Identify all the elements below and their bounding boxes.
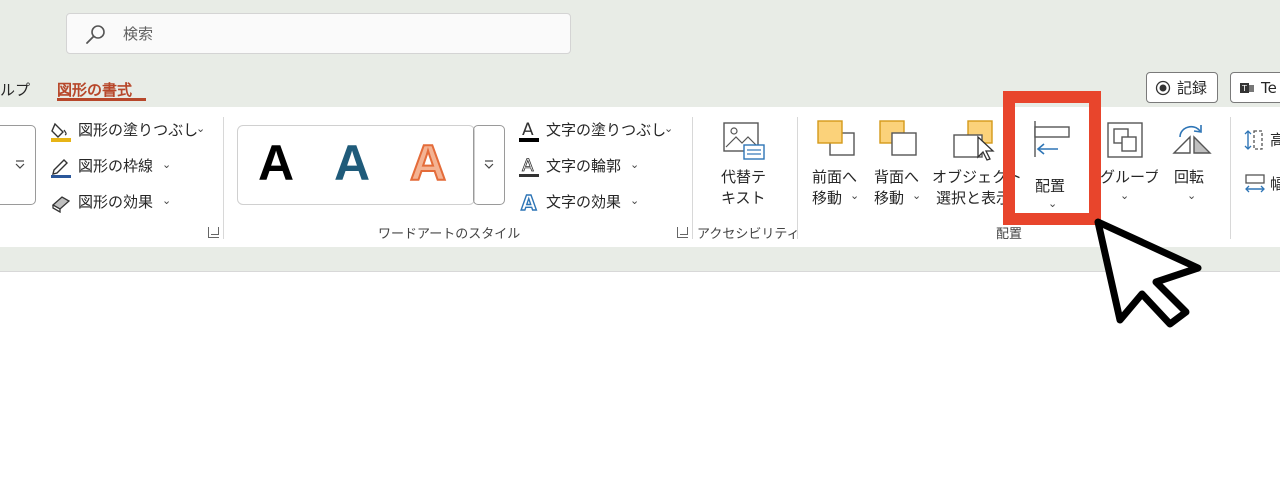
shape-effects-icon: [51, 196, 71, 213]
alt-text-icon: [723, 122, 765, 160]
search-box[interactable]: [66, 13, 571, 54]
text-effects-icon: A: [520, 191, 537, 215]
rotate-icon: [1172, 125, 1212, 154]
wordart-launcher-icon[interactable]: [677, 227, 688, 238]
tab-group-partial[interactable]: ルプ: [0, 79, 30, 100]
shape-styles-launcher-icon[interactable]: [208, 227, 219, 238]
chevron-down-icon: ⌄: [162, 158, 172, 171]
height-label: 高: [1270, 131, 1280, 149]
alt-text-label-line1: 代替テ: [721, 168, 767, 186]
alt-text-label-line2: キスト: [721, 189, 766, 207]
text-fill-icon: A: [519, 120, 539, 142]
pencil-outline-icon: [51, 159, 71, 178]
teams-button[interactable]: T Te: [1230, 72, 1280, 103]
wordart-style-black[interactable]: A: [258, 134, 294, 192]
accessibility-group-label: アクセシビリティ: [697, 227, 800, 242]
record-label: 記録: [1177, 79, 1208, 97]
wordart-gallery[interactable]: A A A: [237, 125, 475, 205]
selection-pane-label-line2: 選択と表示: [936, 189, 1012, 207]
shape-gallery-more-button[interactable]: [0, 125, 36, 205]
height-icon: [1244, 130, 1263, 150]
group-separator: [797, 117, 798, 239]
bring-forward-label-line2: 移動: [812, 189, 843, 207]
width-label: 幅: [1270, 175, 1280, 193]
record-icon: [1155, 80, 1171, 95]
highlight-box: [1003, 91, 1101, 225]
mouse-pointer-icon: [1094, 218, 1202, 328]
active-tab-indicator: [57, 98, 146, 101]
group-separator: [692, 117, 693, 239]
bring-forward-icon: [817, 120, 855, 156]
rotate-label: 回転: [1174, 168, 1205, 186]
bring-forward-button[interactable]: 前面へ 移動 ⌄: [808, 119, 866, 219]
wordart-gallery-more-button[interactable]: [473, 125, 505, 205]
group-objects-icon: [1107, 122, 1143, 158]
width-icon: [1245, 174, 1265, 193]
group-separator: [223, 117, 224, 239]
send-backward-label-line1: 背面へ: [874, 168, 920, 186]
record-button[interactable]: 記録: [1146, 72, 1218, 103]
selection-pane-icon: [953, 120, 995, 161]
selection-pane-button[interactable]: オブジェクト 選択と表示: [930, 119, 1022, 219]
shape-fill-label: 図形の塗りつぶし: [78, 121, 199, 139]
wordart-style-blue[interactable]: A: [334, 134, 370, 192]
chevron-down-icon: ⌄: [1187, 189, 1197, 202]
search-input[interactable]: [123, 22, 523, 46]
bring-forward-label-line1: 前面へ: [812, 168, 858, 186]
chevron-down-icon: ⌄: [664, 122, 674, 135]
ribbon-bottom-bar: [0, 247, 1280, 272]
chevron-down-icon: ⌄: [630, 158, 640, 171]
svg-text:A: A: [522, 156, 534, 176]
chevron-down-icon: ⌄: [162, 194, 172, 207]
rotate-button[interactable]: 回転 ⌄: [1168, 119, 1218, 219]
chevron-down-icon: ⌄: [196, 122, 206, 135]
title-bar: [0, 0, 1280, 70]
text-outline-label: 文字の輪郭: [546, 157, 622, 175]
alt-text-button[interactable]: 代替テ キスト: [712, 121, 776, 211]
text-outline-icon: A: [519, 156, 539, 177]
svg-text:A: A: [521, 191, 537, 215]
search-icon: [86, 25, 105, 44]
gallery-more-icon: [484, 160, 494, 169]
shape-outline-label: 図形の枠線: [78, 157, 154, 175]
svg-text:T: T: [1241, 84, 1247, 93]
tab-shape-format[interactable]: 図形の書式: [57, 79, 132, 100]
send-backward-button[interactable]: 背面へ 移動 ⌄: [870, 119, 928, 219]
send-backward-label-line2: 移動: [874, 189, 905, 207]
chevron-down-icon: ⌄: [912, 189, 922, 202]
svg-text:A: A: [522, 120, 534, 140]
chevron-down-icon: ⌄: [1120, 189, 1130, 202]
text-fill-label: 文字の塗りつぶし: [546, 121, 667, 139]
teams-label: Te: [1261, 78, 1277, 97]
teams-icon: T: [1240, 82, 1254, 93]
wordart-style-orange-outline[interactable]: A: [409, 134, 447, 192]
group-objects-button[interactable]: グループ化 ⌄: [1100, 119, 1160, 219]
chevron-down-icon: ⌄: [630, 194, 640, 207]
gallery-more-icon: [15, 160, 25, 169]
group-objects-label: グループ化: [1100, 168, 1158, 186]
chevron-down-icon: ⌄: [850, 189, 860, 202]
arrange-group-label: 配置: [996, 227, 1023, 242]
text-effects-label: 文字の効果: [546, 193, 622, 211]
shape-effects-label: 図形の効果: [78, 193, 154, 211]
send-backward-icon: [879, 120, 917, 156]
group-separator: [1230, 117, 1231, 239]
paint-bucket-icon: [51, 122, 71, 142]
wordart-group-label: ワードアートのスタイル: [378, 227, 521, 242]
